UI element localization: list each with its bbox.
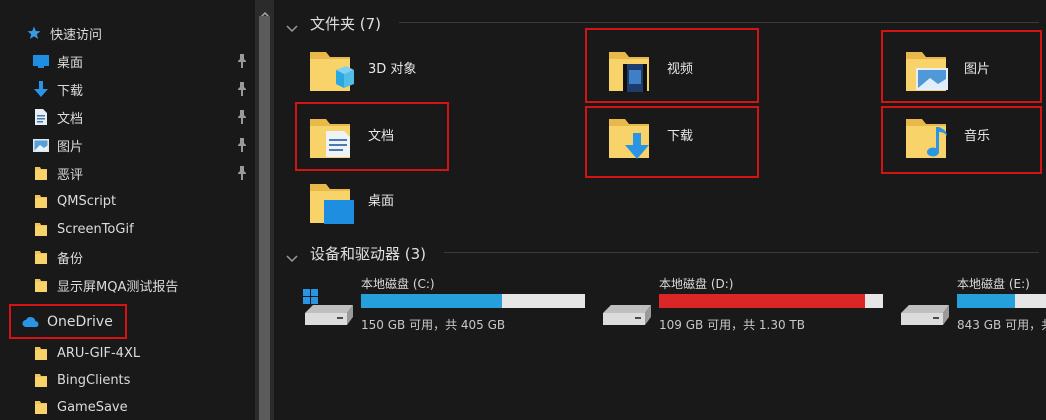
folder-icon: [32, 398, 50, 416]
group-title: 设备和驱动器 (3): [310, 245, 427, 263]
sidebar-item-quick-access[interactable]: 快速访问: [25, 20, 102, 46]
folder-label: 图片: [964, 62, 991, 77]
sidebar-item-downloads[interactable]: 下载: [32, 76, 256, 102]
pin-icon[interactable]: [236, 165, 248, 181]
drive-icon: [897, 287, 949, 329]
sidebar-item-label: 恶评: [57, 167, 84, 183]
sidebar-item-label: 下载: [57, 83, 84, 99]
folder-label: 视频: [667, 62, 694, 77]
folder-tile-downloads[interactable]: 下载: [605, 113, 755, 163]
folder-tile-documents[interactable]: 文档: [306, 113, 446, 163]
drives-group-header[interactable]: 设备和驱动器 (3): [286, 243, 426, 264]
drive-free-space: 843 GB 可用，共: [957, 318, 1046, 332]
music-folder-icon: [902, 113, 950, 161]
3d-objects-folder-icon: [306, 46, 354, 94]
drive-usage-fill: [957, 294, 1016, 308]
sidebar-item-label: 显示屏MQA测试报告: [57, 279, 179, 295]
sidebar-item-label: 备份: [57, 251, 84, 267]
sidebar-item-folder[interactable]: BingClients: [32, 367, 130, 393]
drive-tile-d[interactable]: 本地磁盘 (D:) 109 GB 可用，共 1.30 TB: [599, 275, 889, 335]
sidebar-scrollbar[interactable]: [255, 0, 274, 420]
folder-tile-3d-objects[interactable]: 3D 对象: [306, 46, 506, 96]
folders-group-header[interactable]: 文件夹 (7): [286, 13, 381, 34]
chevron-up-icon[interactable]: [260, 4, 270, 18]
folder-tile-music[interactable]: 音乐: [902, 113, 1032, 163]
document-icon: [32, 108, 50, 126]
cloud-icon: [22, 313, 40, 331]
sidebar-item-folder[interactable]: GameSave: [32, 394, 128, 420]
folder-icon: [32, 220, 50, 238]
drive-usage-fill: [361, 294, 503, 308]
sidebar-item-label: 文档: [57, 111, 84, 127]
folder-label: 3D 对象: [368, 62, 417, 77]
drive-tile-e[interactable]: 本地磁盘 (E:) 843 GB 可用，共: [897, 275, 1046, 335]
chevron-down-icon[interactable]: [286, 19, 298, 32]
sidebar-item-label: ScreenToGif: [57, 221, 134, 237]
pin-icon[interactable]: [236, 109, 248, 125]
drive-usage-bar: [659, 294, 883, 308]
folder-label: 下载: [667, 129, 694, 144]
picture-icon: [32, 136, 50, 154]
sidebar-item-folder[interactable]: 显示屏MQA测试报告: [32, 272, 178, 298]
pin-icon[interactable]: [236, 81, 248, 97]
sidebar-item-folder[interactable]: QMScript: [32, 188, 116, 214]
drive-icon: [599, 287, 651, 329]
scrollbar-thumb[interactable]: [259, 16, 270, 420]
sidebar-item-desktop[interactable]: 桌面: [32, 48, 256, 74]
desktop-icon: [32, 52, 50, 70]
drive-free-space: 109 GB 可用，共 1.30 TB: [659, 318, 805, 332]
drive-free-space: 150 GB 可用，共 405 GB: [361, 318, 506, 332]
folder-icon: [32, 371, 50, 389]
group-title: 文件夹 (7): [310, 15, 382, 33]
sidebar-item-label: 图片: [57, 139, 84, 155]
folder-icon: [32, 164, 50, 182]
sidebar-item-pictures[interactable]: 图片: [32, 132, 256, 158]
sidebar-item-label: 快速访问: [50, 27, 103, 43]
sidebar-item-onedrive[interactable]: OneDrive: [22, 309, 113, 335]
download-icon: [32, 80, 50, 98]
folder-icon: [32, 344, 50, 362]
drive-tile-c[interactable]: 本地磁盘 (C:) 150 GB 可用，共 405 GB: [301, 275, 591, 335]
folder-tile-videos[interactable]: 视频: [605, 46, 755, 96]
pin-icon[interactable]: [236, 53, 248, 69]
drive-usage-bar: [957, 294, 1046, 308]
folder-label: 音乐: [964, 129, 991, 144]
drive-name: 本地磁盘 (E:): [957, 277, 1030, 291]
videos-folder-icon: [605, 46, 653, 94]
folder-icon: [32, 192, 50, 210]
sidebar-item-label: ARU-GIF-4XL: [57, 345, 141, 361]
content-pane: 文件夹 (7) 3D 对象 视频 图片 文档 下载 音乐 桌面 设备和驱动器 (…: [274, 0, 1046, 420]
folder-icon: [32, 276, 50, 294]
documents-folder-icon: [306, 113, 354, 161]
windows-drive-icon: [301, 287, 353, 329]
folder-label: 桌面: [368, 194, 395, 209]
drive-name: 本地磁盘 (D:): [659, 277, 734, 291]
pin-icon[interactable]: [236, 137, 248, 153]
folder-tile-pictures[interactable]: 图片: [902, 46, 1032, 96]
chevron-down-icon[interactable]: [286, 249, 298, 262]
desktop-folder-icon: [306, 178, 354, 226]
drive-usage-bar: [361, 294, 585, 308]
drive-usage-fill: [659, 294, 866, 308]
pictures-folder-icon: [902, 46, 950, 94]
sidebar-item-label: GameSave: [57, 399, 128, 415]
sidebar-item-folder[interactable]: 恶评: [32, 160, 256, 186]
sidebar-item-documents[interactable]: 文档: [32, 104, 256, 130]
sidebar-item-folder[interactable]: ScreenToGif: [32, 216, 134, 242]
downloads-folder-icon: [605, 113, 653, 161]
sidebar-item-label: OneDrive: [47, 314, 113, 330]
sidebar-item-folder[interactable]: 备份: [32, 244, 83, 270]
drive-name: 本地磁盘 (C:): [361, 277, 435, 291]
sidebar-item-label: 桌面: [57, 55, 84, 71]
sidebar-item-label: BingClients: [57, 372, 131, 388]
sidebar-item-label: QMScript: [57, 193, 117, 209]
folder-label: 文档: [368, 129, 395, 144]
navigation-pane: 快速访问 桌面 下载 文档 图片 恶评 QMScript ScreenToGif…: [0, 0, 255, 420]
folder-tile-desktop[interactable]: 桌面: [306, 178, 446, 228]
sidebar-item-folder[interactable]: ARU-GIF-4XL: [32, 340, 140, 366]
folder-icon: [32, 248, 50, 266]
star-icon: [25, 24, 43, 42]
